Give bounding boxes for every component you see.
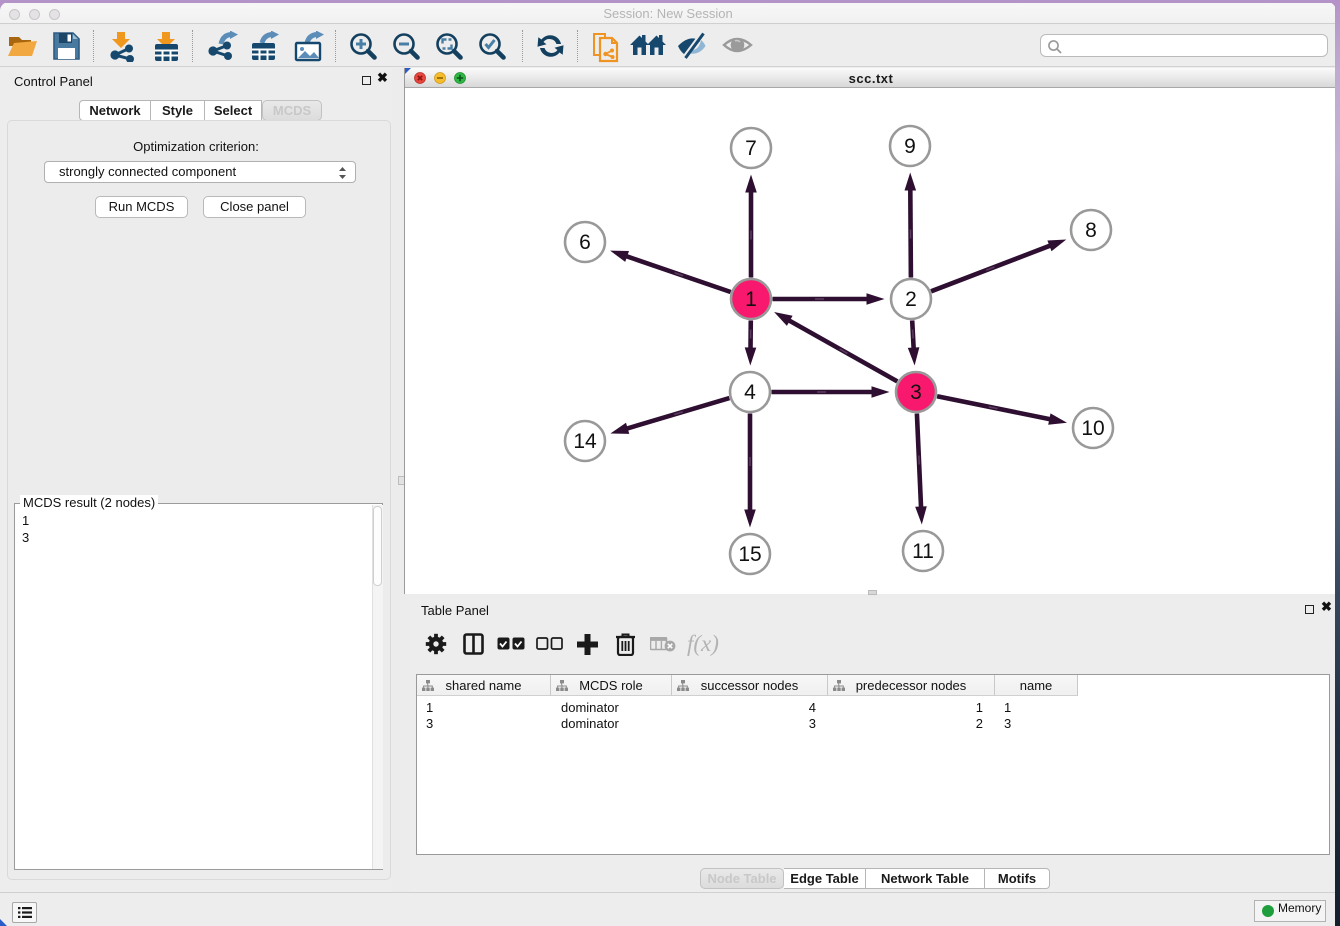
svg-text:3: 3	[910, 381, 922, 404]
svg-text:1: 1	[745, 288, 757, 311]
svg-text:11: 11	[912, 540, 934, 563]
svg-text:8: 8	[1085, 219, 1097, 242]
svg-text:9: 9	[904, 135, 916, 158]
svg-text:2: 2	[905, 288, 917, 311]
svg-text:10: 10	[1081, 417, 1104, 440]
svg-text:6: 6	[579, 231, 591, 254]
svg-text:15: 15	[738, 543, 761, 566]
svg-text:4: 4	[744, 381, 756, 404]
svg-text:7: 7	[745, 137, 757, 160]
svg-text:14: 14	[573, 430, 597, 453]
